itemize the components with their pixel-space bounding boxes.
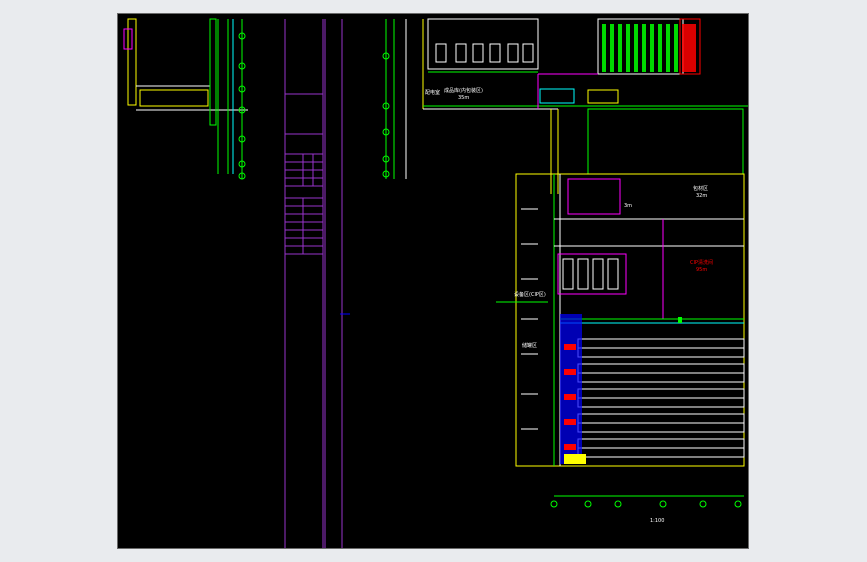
racking-rows — [577, 338, 745, 458]
title-block — [284, 19, 343, 548]
label-area-red-sub: 95m — [696, 267, 707, 273]
equipment-grid — [602, 24, 696, 72]
hall-ticks — [496, 208, 548, 430]
cad-viewport[interactable]: 成品库(内包装区) 35m 配电室 包材区 32m CIP清洗间 95m 设备区… — [117, 13, 749, 549]
label-area-right-mid-sub: 32m — [696, 193, 707, 199]
label-area-top-left: 配电室 — [425, 89, 440, 96]
label-area-red: CIP清洗间 — [690, 259, 713, 266]
label-area-top-mid: 成品库(内包装区) — [444, 87, 483, 94]
mid-grid — [340, 19, 407, 315]
bottom-axis — [550, 495, 744, 508]
label-small-note: 3m — [624, 203, 632, 209]
label-bottom-scale: 1:100 — [650, 518, 664, 524]
top-plan — [422, 18, 748, 194]
label-area-top-mid-sub: 35m — [458, 95, 469, 101]
label-area-right-mid: 包材区 — [693, 185, 708, 192]
label-callout-left2: 储罐区 — [522, 342, 537, 349]
label-callout-left: 设备区(CIP区) — [514, 291, 546, 298]
left-wing — [123, 18, 248, 179]
cad-drawing: 成品库(内包装区) 35m 配电室 包材区 32m CIP清洗间 95m 设备区… — [123, 18, 748, 548]
process-hall — [515, 173, 745, 467]
